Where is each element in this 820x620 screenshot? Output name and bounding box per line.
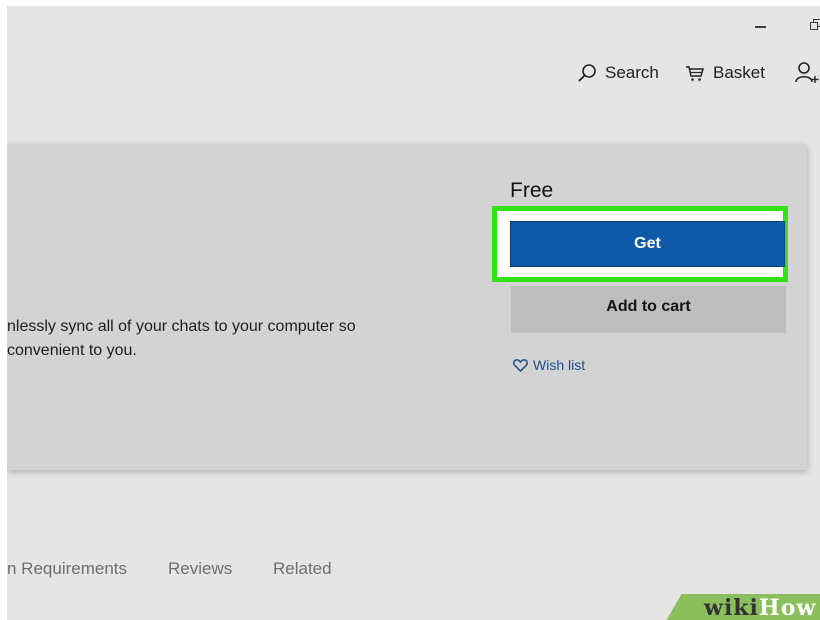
- account-button[interactable]: [795, 61, 820, 85]
- search-label: Search: [605, 63, 659, 82]
- watermark-part-2: How: [758, 595, 817, 620]
- description-line-1: nlessly sync all of your chats to your c…: [7, 318, 356, 335]
- description-line-2: convenient to you.: [7, 342, 137, 359]
- minimize-icon[interactable]: [755, 26, 766, 28]
- wish-list-label: Wish list: [533, 357, 586, 373]
- wish-list-link[interactable]: Wish list: [513, 357, 585, 373]
- restore-icon[interactable]: [810, 19, 820, 30]
- tab-related[interactable]: Related: [273, 559, 332, 579]
- tab-system-requirements[interactable]: n Requirements: [7, 559, 127, 579]
- store-window: Search Basket nlessly sync all of your c…: [7, 6, 820, 620]
- basket-button[interactable]: Basket: [685, 61, 765, 85]
- product-description: nlessly sync all of your chats to your c…: [7, 315, 427, 363]
- add-to-cart-button[interactable]: Add to cart: [511, 286, 786, 333]
- tab-reviews[interactable]: Reviews: [168, 559, 232, 579]
- get-button[interactable]: Get: [510, 221, 785, 267]
- heart-icon: [513, 358, 528, 372]
- search-button[interactable]: Search: [577, 61, 659, 85]
- watermark-logo: wikiHow: [704, 595, 816, 620]
- price-label: Free: [510, 179, 554, 202]
- basket-icon: [686, 66, 704, 81]
- basket-label: Basket: [713, 63, 765, 82]
- search-icon: [578, 64, 596, 82]
- watermark-part-1: wiki: [704, 595, 759, 620]
- product-card: nlessly sync all of your chats to your c…: [7, 144, 807, 470]
- account-icon: [795, 62, 819, 83]
